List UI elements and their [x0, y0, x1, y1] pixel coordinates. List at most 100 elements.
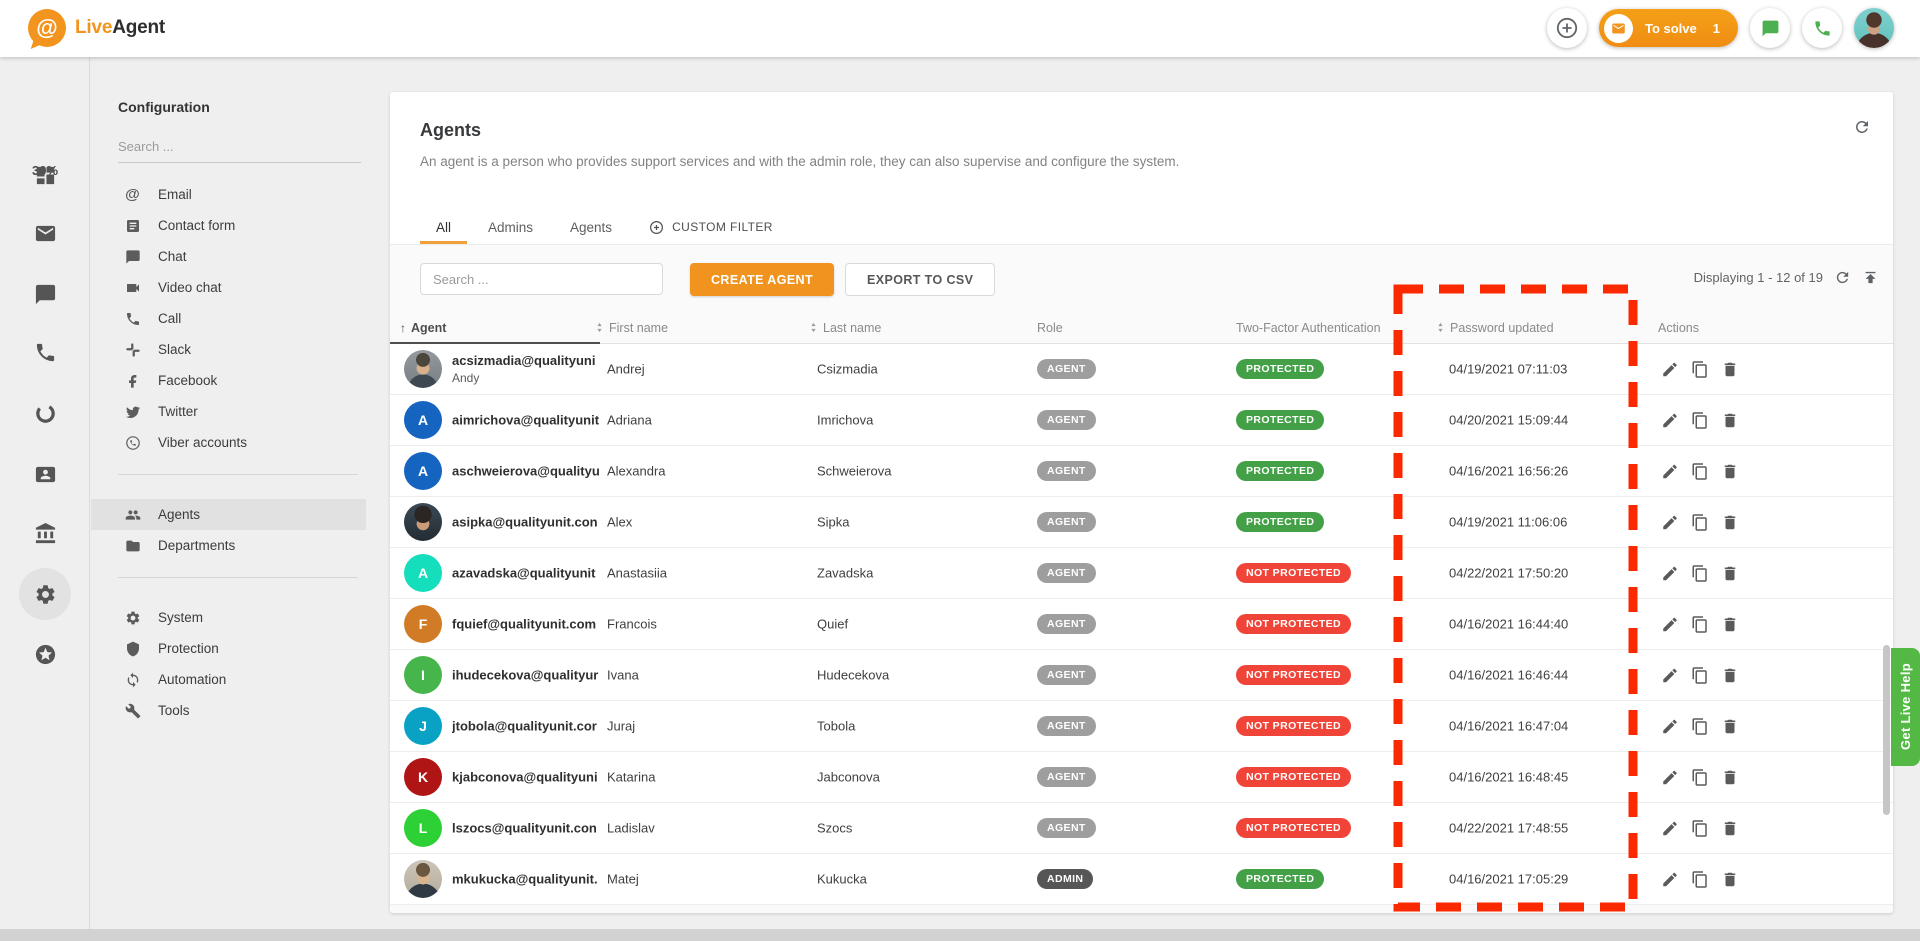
chats-button[interactable] — [1750, 8, 1790, 48]
rail-item-bank[interactable] — [23, 511, 67, 555]
rail-item-call[interactable] — [23, 330, 67, 374]
tab-admins[interactable]: Admins — [472, 210, 549, 244]
edit-icon[interactable] — [1660, 768, 1679, 787]
last-name-cell: Jabconova — [817, 770, 880, 785]
duplicate-icon[interactable] — [1690, 462, 1709, 481]
calls-button[interactable] — [1802, 8, 1842, 48]
column-label: Password updated — [1450, 321, 1554, 335]
delete-icon[interactable] — [1720, 768, 1739, 787]
duplicate-icon[interactable] — [1690, 666, 1709, 685]
delete-icon[interactable] — [1720, 717, 1739, 736]
card-refresh-icon[interactable] — [1853, 118, 1871, 136]
sidebar-item-facebook[interactable]: Facebook — [91, 365, 366, 396]
rail-item-gear[interactable] — [19, 568, 71, 620]
sidebar-item-contact-form[interactable]: Contact form — [91, 210, 366, 241]
table-row[interactable]: Kkjabconova@qualityuniKatarinaJabconovaA… — [390, 752, 1893, 803]
duplicate-icon[interactable] — [1690, 819, 1709, 838]
agents-search-input[interactable] — [420, 263, 663, 295]
sidebar-item-system[interactable]: System — [91, 602, 366, 633]
edit-icon[interactable] — [1660, 564, 1679, 583]
user-avatar[interactable] — [1854, 8, 1894, 48]
column-header-password-updated[interactable]: Password updated — [1436, 311, 1554, 344]
column-header-last-name[interactable]: Last name — [809, 311, 881, 344]
edit-icon[interactable] — [1660, 360, 1679, 379]
delete-icon[interactable] — [1720, 462, 1739, 481]
tab-custom-filter[interactable]: CUSTOM FILTER — [633, 210, 789, 244]
rail-item-star[interactable] — [23, 632, 67, 676]
duplicate-icon[interactable] — [1690, 564, 1709, 583]
rail-item-dashboard[interactable] — [23, 153, 67, 197]
add-new-button[interactable] — [1547, 8, 1587, 48]
delete-icon[interactable] — [1720, 819, 1739, 838]
rail-item-contact-card[interactable] — [23, 452, 67, 496]
column-header-agent[interactable]: ↑Agent — [400, 311, 446, 344]
duplicate-icon[interactable] — [1690, 870, 1709, 889]
sidebar-item-departments[interactable]: Departments — [91, 530, 366, 561]
edit-icon[interactable] — [1660, 870, 1679, 889]
edit-icon[interactable] — [1660, 615, 1679, 634]
edit-icon[interactable] — [1660, 513, 1679, 532]
delete-icon[interactable] — [1720, 360, 1739, 379]
rail-item-chat[interactable] — [23, 272, 67, 316]
table-row[interactable]: Jjtobola@qualityunit.corJurajTobolaAGENT… — [390, 701, 1893, 752]
tab-agents[interactable]: Agents — [554, 210, 628, 244]
rail-item-mail[interactable] — [23, 211, 67, 255]
table-row[interactable]: asipka@qualityunit.conAlexSipkaAGENTPROT… — [390, 497, 1893, 548]
duplicate-icon[interactable] — [1690, 717, 1709, 736]
sidebar-item-email[interactable]: @Email — [91, 179, 366, 210]
table-row[interactable]: Aazavadska@qualityunitAnastasiiaZavadska… — [390, 548, 1893, 599]
sidebar-item-slack[interactable]: Slack — [91, 334, 366, 365]
column-header-first-name[interactable]: First name — [595, 311, 668, 344]
tab-all[interactable]: All — [420, 210, 467, 244]
rail-item-donut[interactable] — [23, 391, 67, 435]
two-factor-badge: PROTECTED — [1236, 512, 1324, 532]
duplicate-icon[interactable] — [1690, 768, 1709, 787]
edit-icon[interactable] — [1660, 717, 1679, 736]
config-search-input[interactable] — [118, 135, 361, 163]
table-row[interactable]: Iihudecekova@qualityurIvanaHudecekovaAGE… — [390, 650, 1893, 701]
role-badge: AGENT — [1037, 359, 1096, 379]
sidebar-item-chat[interactable]: Chat — [91, 241, 366, 272]
create-agent-button[interactable]: CREATE AGENT — [690, 263, 834, 296]
to-solve-button[interactable]: To solve 1 — [1599, 9, 1738, 47]
scroll-top-icon[interactable] — [1862, 269, 1879, 286]
sidebar-item-automation[interactable]: Automation — [91, 664, 366, 695]
delete-icon[interactable] — [1720, 411, 1739, 430]
icon-rail: 30% — [0, 57, 90, 941]
sidebar-item-video-chat[interactable]: Video chat — [91, 272, 366, 303]
delete-icon[interactable] — [1720, 666, 1739, 685]
delete-icon[interactable] — [1720, 870, 1739, 889]
export-csv-button[interactable]: EXPORT TO CSV — [845, 263, 995, 296]
duplicate-icon[interactable] — [1690, 615, 1709, 634]
first-name-cell: Adriana — [607, 413, 652, 428]
password-updated-cell: 04/20/2021 15:09:44 — [1449, 413, 1568, 428]
tab-label: All — [436, 220, 451, 235]
sidebar-item-twitter[interactable]: Twitter — [91, 396, 366, 427]
sync-icon — [124, 672, 141, 688]
table-row[interactable]: Llszocs@qualityunit.conLadislavSzocsAGEN… — [390, 803, 1893, 854]
liveagent-logo[interactable]: @ LiveAgent — [28, 9, 165, 47]
duplicate-icon[interactable] — [1690, 360, 1709, 379]
duplicate-icon[interactable] — [1690, 513, 1709, 532]
table-scrollbar[interactable] — [1883, 645, 1890, 815]
sidebar-item-agents[interactable]: Agents — [91, 499, 366, 530]
delete-icon[interactable] — [1720, 513, 1739, 532]
edit-icon[interactable] — [1660, 462, 1679, 481]
delete-icon[interactable] — [1720, 564, 1739, 583]
sidebar-item-viber-accounts[interactable]: Viber accounts — [91, 427, 366, 458]
edit-icon[interactable] — [1660, 819, 1679, 838]
table-row[interactable]: mkukucka@qualityunit.MatejKukuckaADMINPR… — [390, 854, 1893, 905]
sidebar-item-protection[interactable]: Protection — [91, 633, 366, 664]
table-row[interactable]: Aaschweierova@qualityuAlexandraSchweiero… — [390, 446, 1893, 497]
table-row[interactable]: acsizmadia@qualityuniAndyAndrejCsizmadia… — [390, 344, 1893, 395]
sidebar-item-call[interactable]: Call — [91, 303, 366, 334]
sidebar-item-tools[interactable]: Tools — [91, 695, 366, 726]
edit-icon[interactable] — [1660, 411, 1679, 430]
get-live-help-tab[interactable]: Get Live Help — [1891, 648, 1920, 766]
duplicate-icon[interactable] — [1690, 411, 1709, 430]
edit-icon[interactable] — [1660, 666, 1679, 685]
refresh-icon[interactable] — [1834, 269, 1851, 286]
table-row[interactable]: Aaimrichova@qualityunitAdrianaImrichovaA… — [390, 395, 1893, 446]
table-row[interactable]: Ffquief@qualityunit.comFrancoisQuiefAGEN… — [390, 599, 1893, 650]
delete-icon[interactable] — [1720, 615, 1739, 634]
